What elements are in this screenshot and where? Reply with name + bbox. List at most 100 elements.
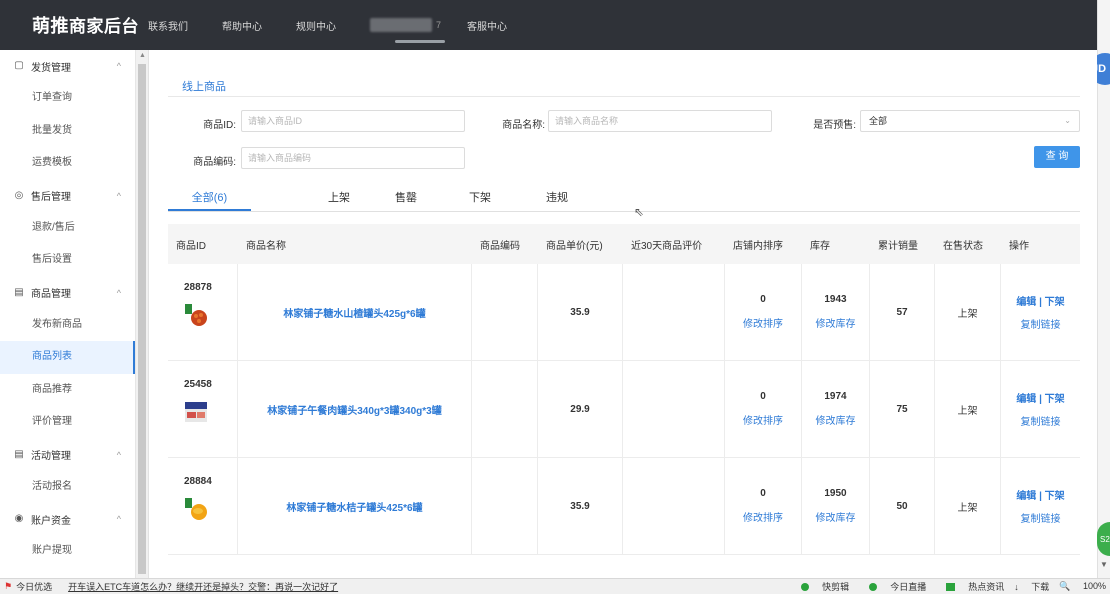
sidebar-scrollbar[interactable]: ▲ [136, 50, 149, 578]
edit-stock-link[interactable]: 修改库存 [816, 509, 856, 524]
edit-offshelf-links[interactable]: 编辑 | 下架 [1016, 390, 1064, 405]
product-id: 28878 [184, 282, 212, 293]
scroll-down-icon[interactable]: ▼ [1100, 560, 1108, 569]
copy-link-button[interactable]: 复制链接 [1021, 510, 1061, 525]
sidebar-group-label: 活动管理 [31, 451, 71, 462]
sidebar-group-label: 商品管理 [31, 289, 71, 300]
table-row: 28878 林家铺子糖水山楂罐头425g*6罐 35.9 0 修改排序 1943 修改库存 5… [168, 264, 1080, 361]
top-bar: 萌推商家后台 联系我们 帮助中心 规则中心 7 客服中心 [0, 0, 1097, 50]
sidebar-group[interactable]: ▤ 活动管理 ^ [0, 439, 135, 471]
presale-label: 是否预售: [813, 120, 856, 131]
sidebar-group[interactable]: ◉ 账户资金 ^ [0, 503, 135, 535]
tab-violation[interactable]: 违规 [517, 186, 597, 211]
scroll-up-icon[interactable]: ▲ [139, 52, 146, 59]
sidebar-item[interactable]: 批量发货 [0, 115, 135, 148]
sidebar-group[interactable]: ◎ 售后管理 ^ [0, 180, 135, 212]
product-stock: 1974 [824, 391, 847, 402]
quick-edit-item[interactable]: 快剪辑 [791, 580, 849, 593]
product-thumbnail[interactable] [184, 487, 208, 524]
page-tab-online-products[interactable]: 线上商品 [182, 78, 226, 94]
sidebar-item[interactable]: 订单查询 [0, 82, 135, 115]
tab-sold-out[interactable]: 售罄 [369, 186, 443, 211]
product-name-link[interactable]: 林家铺子糖水桔子罐头425*6罐 [286, 499, 422, 514]
th-status: 在售状态 [943, 240, 983, 252]
edit-rank-link[interactable]: 修改排序 [743, 509, 783, 524]
download-item[interactable]: ↓ 下载 [1014, 580, 1049, 593]
nav-contact-us[interactable]: 联系我们 [148, 18, 188, 33]
edit-offshelf-links[interactable]: 编辑 | 下架 [1016, 293, 1064, 308]
news-ticker[interactable]: 开车误入ETC车道怎么办？继续开还是掉头？交警：再说一次记好了 [68, 580, 338, 593]
cell-price: 35.9 [538, 264, 623, 360]
sidebar-group[interactable]: ▤ 商品管理 ^ [0, 277, 135, 309]
aftersale-icon: ◎ [14, 189, 24, 201]
product-name-link[interactable]: 林家铺子午餐肉罐头340g*3罐340g*3罐 [267, 402, 442, 417]
cell-status: 上架 [935, 361, 1001, 457]
sidebar-item[interactable]: 发布新商品 [0, 309, 135, 342]
edit-rank-link[interactable]: 修改排序 [743, 315, 783, 330]
hot-news-item[interactable]: 热点资讯 [936, 580, 1004, 593]
copy-link-button[interactable]: 复制链接 [1021, 316, 1061, 331]
product-table: 商品ID 商品名称 商品编码 商品单价(元) 近30天商品评价 店铺内排序 库存… [168, 224, 1080, 555]
cell-rank: 0 修改排序 [725, 361, 802, 457]
sidebar-item[interactable]: 评价管理 [0, 406, 135, 439]
logo: 萌推商家后台 [32, 16, 139, 36]
product-stock: 1950 [824, 488, 847, 499]
scrollbar-thumb[interactable] [138, 64, 146, 574]
product-name-input[interactable]: 请输入商品名称 [548, 110, 772, 132]
product-rank: 0 [760, 488, 766, 499]
presale-value: 全部 [869, 116, 888, 126]
copy-link-button[interactable]: 复制链接 [1021, 413, 1061, 428]
cell-status: 上架 [935, 264, 1001, 360]
play-icon [869, 583, 878, 591]
presale-select[interactable]: 全部 ⌄ [860, 110, 1080, 132]
cell-actions: 编辑 | 下架 复制链接 [1001, 458, 1080, 554]
nav-help-center[interactable]: 帮助中心 [222, 18, 262, 33]
cell-sales: 50 [870, 458, 935, 554]
nav-customer-service[interactable]: 客服中心 [467, 18, 507, 33]
product-id-input[interactable]: 请输入商品ID [241, 110, 465, 132]
sidebar-item[interactable]: 退款/售后 [0, 212, 135, 245]
zoom-level[interactable]: 🔍 100% [1059, 581, 1106, 592]
cell-code [472, 264, 538, 360]
sidebar-item[interactable]: 商品推荐 [0, 374, 135, 407]
sidebar-item[interactable]: 账户提现 [0, 535, 135, 568]
live-item[interactable]: 今日直播 [859, 580, 926, 593]
chevron-down-icon: ⌄ [1064, 116, 1071, 125]
nav-rule-center[interactable]: 规则中心 [296, 18, 336, 33]
th-rank: 店铺内排序 [733, 240, 783, 252]
product-name-link[interactable]: 林家铺子糖水山楂罐头425g*6罐 [283, 305, 425, 320]
cell-name: 林家铺子糖水山楂罐头425g*6罐 [238, 264, 472, 360]
divider [168, 96, 1080, 97]
sidebar-item[interactable]: 商品列表 [0, 341, 135, 374]
sidebar-group-label: 发货管理 [31, 62, 71, 74]
edit-rank-link[interactable]: 修改排序 [743, 412, 783, 427]
cell-code [472, 458, 538, 554]
blurred-nav-item[interactable] [370, 18, 432, 32]
sidebar-group[interactable]: ▢ 发货管理 ^ [0, 50, 135, 82]
sidebar-item[interactable]: 售后设置 [0, 244, 135, 277]
cell-sales: 75 [870, 361, 935, 457]
tab-on-sale[interactable]: 上架 [309, 186, 369, 211]
cell-price: 29.9 [538, 361, 623, 457]
product-price: 35.9 [570, 306, 590, 318]
sidebar-item[interactable]: 运费模板 [0, 147, 135, 180]
today-picks[interactable]: 今日优选 [16, 580, 52, 593]
product-price: 29.9 [570, 403, 590, 415]
edit-stock-link[interactable]: 修改库存 [816, 412, 856, 427]
product-thumbnail[interactable] [184, 293, 208, 330]
product-code-label: 商品编码: [193, 157, 236, 168]
top-nav: 联系我们 帮助中心 规则中心 7 客服中心 [148, 0, 541, 50]
main-scrollbar[interactable]: ▼ [1097, 50, 1110, 578]
cell-id: 28884 [168, 458, 238, 554]
edit-offshelf-links[interactable]: 编辑 | 下架 [1016, 487, 1064, 502]
edit-stock-link[interactable]: 修改库存 [816, 315, 856, 330]
product-thumbnail[interactable] [184, 390, 208, 427]
query-button[interactable]: 查 询 [1034, 146, 1080, 168]
table-row: 28884 林家铺子糖水桔子罐头425*6罐 35.9 0 修改排序 1950 修改库存 50… [168, 458, 1080, 555]
sidebar-item[interactable]: 活动报名 [0, 471, 135, 504]
tab-all[interactable]: 全部(6) [168, 186, 251, 211]
product-rank: 0 [760, 294, 766, 305]
product-code-input[interactable]: 请输入商品编码 [241, 147, 465, 169]
tab-off-shelf[interactable]: 下架 [443, 186, 517, 211]
th-price: 商品单价(元) [546, 240, 603, 252]
